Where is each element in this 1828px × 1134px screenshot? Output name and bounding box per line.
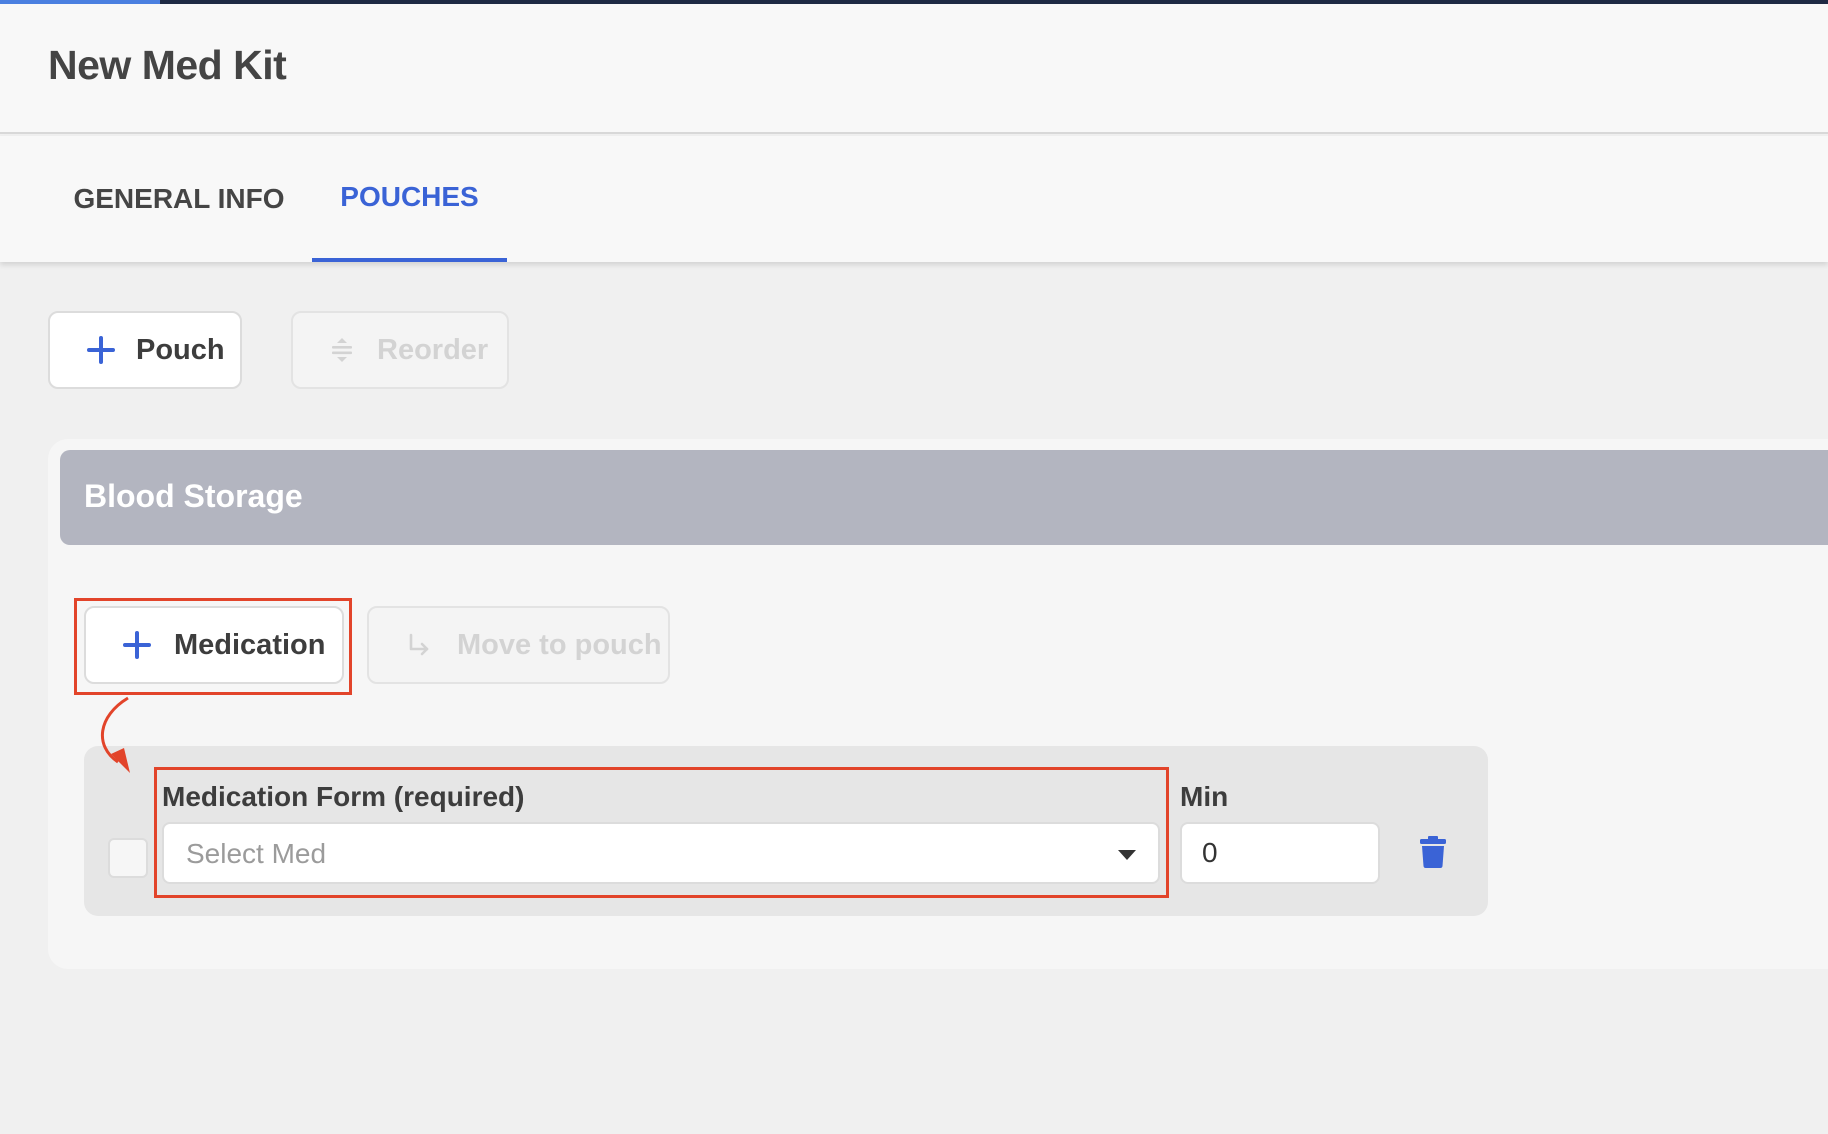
add-pouch-button[interactable]: Pouch bbox=[48, 311, 242, 389]
reorder-label: Reorder bbox=[377, 333, 489, 366]
page-header: New Med Kit bbox=[0, 4, 1828, 134]
tab-pouches[interactable]: POUCHES bbox=[312, 136, 507, 262]
page-title: New Med Kit bbox=[48, 42, 287, 88]
pouch-title: Blood Storage bbox=[84, 478, 303, 514]
add-pouch-label: Pouch bbox=[136, 333, 225, 366]
trash-icon[interactable] bbox=[1420, 836, 1446, 868]
add-medication-button[interactable]: Medication bbox=[84, 606, 344, 684]
tab-bar: GENERAL INFO POUCHES bbox=[0, 136, 1828, 262]
medication-row-checkbox[interactable] bbox=[108, 838, 148, 878]
select-placeholder: Select Med bbox=[186, 838, 327, 869]
move-to-pouch-button[interactable]: Move to pouch bbox=[367, 606, 670, 684]
plus-icon bbox=[86, 335, 116, 365]
medication-form-select[interactable]: Select Med bbox=[162, 822, 1160, 884]
chevron-down-icon bbox=[1118, 850, 1136, 860]
medication-form-label: Medication Form (required) bbox=[162, 781, 525, 812]
arrow-down-right-icon bbox=[405, 632, 431, 658]
reorder-button[interactable]: Reorder bbox=[291, 311, 509, 389]
add-medication-label: Medication bbox=[174, 628, 326, 661]
min-input[interactable] bbox=[1180, 822, 1380, 884]
plus-icon bbox=[122, 630, 152, 660]
min-label: Min bbox=[1180, 781, 1229, 812]
move-to-pouch-label: Move to pouch bbox=[457, 628, 662, 661]
annotation-arrow-icon bbox=[101, 696, 130, 773]
tab-general-info[interactable]: GENERAL INFO bbox=[50, 136, 308, 262]
reorder-icon bbox=[329, 337, 355, 363]
pouch-header bbox=[60, 450, 1828, 545]
